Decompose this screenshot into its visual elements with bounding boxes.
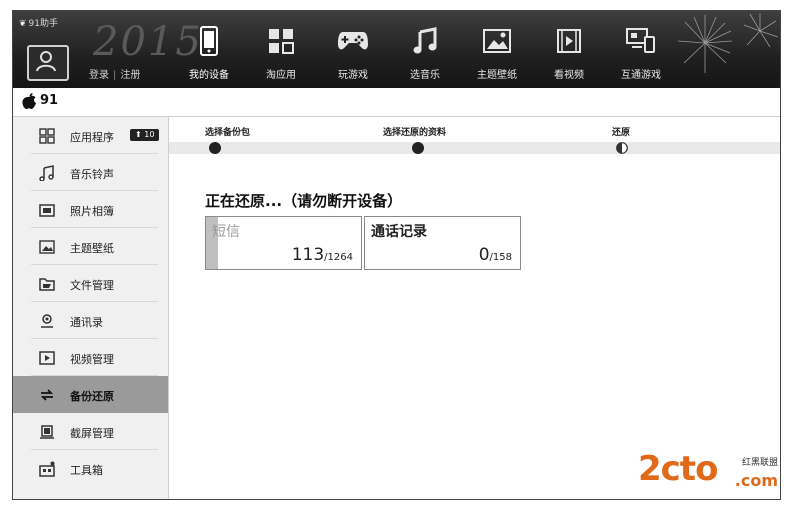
avatar[interactable] — [27, 45, 69, 81]
wallpaper-icon — [483, 29, 511, 53]
video-icon — [39, 351, 55, 365]
nav-label: 主题壁纸 — [477, 70, 517, 81]
watermark-side-text: 红黑联盟 — [741, 458, 778, 468]
brand-logo-icon: ❦ — [19, 19, 27, 29]
sidebar-item-label: 通讯录 — [70, 316, 103, 329]
card-title: 短信 — [212, 224, 240, 240]
main-panel: 选择备份包 选择还原的资料 还原 正在还原...（请勿断开设备） 短信 113/… — [169, 117, 780, 499]
nav-label: 我的设备 — [189, 70, 229, 81]
apps-icon — [39, 128, 55, 144]
wallpaper-icon — [39, 240, 55, 254]
sidebar: 应用程序 ⬆ 10 音乐铃声 照片相簿 主题壁纸 文件管理 通讯录 视频管理 备… — [13, 117, 169, 499]
sidebar-item-label: 应用程序 — [70, 131, 114, 144]
sidebar-item-backup-restore[interactable]: 备份还原 — [13, 376, 168, 413]
backup-icon — [40, 389, 54, 401]
step-label-select-data: 选择还原的资料 — [383, 128, 447, 138]
apps-grid-icon — [269, 29, 294, 54]
card-title: 通话记录 — [371, 224, 427, 240]
user-icon — [36, 51, 56, 72]
total-count: /158 — [489, 252, 512, 263]
sidebar-item-label: 照片相簿 — [70, 205, 114, 218]
restore-status-title: 正在还原...（请勿断开设备） — [205, 192, 403, 210]
sidebar-item-apps[interactable]: 应用程序 ⬆ 10 — [13, 117, 168, 154]
nav-games[interactable]: 玩游戏 — [317, 11, 389, 88]
top-bar: ❦ 91助手 2015 登录 | 注册 我的设备 淘应用 玩游戏 选音乐 主题壁… — [13, 11, 780, 88]
separator: | — [113, 70, 117, 81]
nav-label: 玩游戏 — [338, 70, 368, 81]
screenshot-icon — [40, 425, 54, 439]
restore-card-sms: 短信 113/1264 — [205, 216, 362, 270]
music-note-icon — [413, 27, 437, 54]
device-name[interactable]: 91 — [40, 93, 58, 108]
sidebar-item-wallpaper[interactable]: 主题壁纸 — [13, 228, 168, 265]
sidebar-item-photos[interactable]: 照片相簿 — [13, 191, 168, 228]
done-count: 0 — [478, 245, 490, 265]
login-link[interactable]: 登录 — [89, 70, 109, 81]
watermark-logo: 2cto — [638, 449, 718, 489]
nav-music[interactable]: 选音乐 — [389, 11, 461, 88]
film-icon — [557, 29, 581, 53]
account-links: 登录 | 注册 — [89, 66, 140, 81]
steps-track — [169, 142, 780, 154]
sidebar-item-contacts[interactable]: 通讯录 — [13, 302, 168, 339]
fireworks-decoration — [677, 13, 779, 73]
sidebar-item-label: 视频管理 — [70, 353, 114, 366]
total-count: /1264 — [324, 252, 353, 263]
sidebar-item-video[interactable]: 视频管理 — [13, 339, 168, 376]
photo-icon — [39, 204, 55, 217]
folder-icon — [39, 278, 55, 291]
device-row: 91 — [13, 88, 780, 117]
card-count: 0/158 — [479, 245, 512, 265]
step-label-restore: 还原 — [612, 128, 631, 138]
gamepad-icon — [338, 32, 368, 50]
update-count: 10 — [144, 130, 155, 139]
nav-wallpaper[interactable]: 主题壁纸 — [461, 11, 533, 88]
sidebar-item-screenshots[interactable]: 截屏管理 — [13, 413, 168, 450]
nav-label: 选音乐 — [410, 70, 440, 81]
nav-apps[interactable]: 淘应用 — [245, 11, 317, 88]
step-dot-done — [209, 142, 221, 154]
card-count: 113/1264 — [292, 245, 353, 265]
nav-label: 看视频 — [554, 70, 584, 81]
sidebar-item-label: 工具箱 — [70, 464, 103, 477]
contacts-icon — [41, 314, 53, 328]
brand-name: 91助手 — [28, 19, 58, 29]
main-nav: 我的设备 淘应用 玩游戏 选音乐 主题壁纸 看视频 互通游戏 — [173, 11, 677, 88]
nav-label: 淘应用 — [266, 70, 296, 81]
sidebar-item-label: 截屏管理 — [70, 427, 114, 440]
sidebar-item-files[interactable]: 文件管理 — [13, 265, 168, 302]
restore-card-call-log: 通话记录 0/158 — [364, 216, 521, 270]
watermark-domain: .com — [734, 471, 778, 490]
step-dot-done — [412, 142, 424, 154]
app-window: ❦ 91助手 2015 登录 | 注册 我的设备 淘应用 玩游戏 选音乐 主题壁… — [12, 10, 781, 500]
sidebar-item-label: 音乐铃声 — [70, 168, 114, 181]
step-dot-in-progress — [616, 142, 628, 154]
apple-icon — [22, 93, 36, 109]
sidebar-item-toolbox[interactable]: 工具箱 — [13, 450, 168, 487]
register-link[interactable]: 注册 — [120, 70, 140, 81]
toolbox-icon — [39, 461, 55, 477]
sidebar-item-label: 文件管理 — [70, 279, 114, 292]
nav-my-device[interactable]: 我的设备 — [173, 11, 245, 88]
nav-video[interactable]: 看视频 — [533, 11, 605, 88]
brand: ❦ 91助手 — [19, 16, 58, 29]
sidebar-item-label: 备份还原 — [70, 390, 114, 403]
done-count: 113 — [291, 245, 325, 265]
phone-icon — [200, 26, 218, 56]
update-badge[interactable]: ⬆ 10 — [130, 129, 160, 141]
sidebar-item-music[interactable]: 音乐铃声 — [13, 154, 168, 191]
step-label-select-backup: 选择备份包 — [205, 128, 251, 138]
site-watermark: 2cto 红黑联盟 .com — [638, 449, 778, 495]
music-icon — [39, 165, 54, 181]
sidebar-item-label: 主题壁纸 — [70, 242, 114, 255]
